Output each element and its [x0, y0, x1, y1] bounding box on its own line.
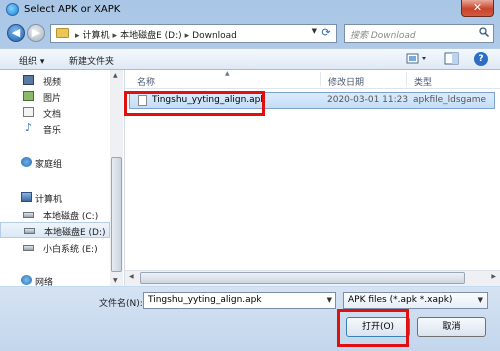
- sidebar-item-label: 音乐: [43, 126, 62, 136]
- column-date[interactable]: 修改日期: [328, 75, 364, 88]
- file-list-hscrollbar[interactable]: ◀ ▶: [125, 270, 500, 286]
- chevron-down-icon[interactable]: ▼: [478, 296, 483, 304]
- sidebar-item-label: 小白系统 (E:): [43, 245, 98, 255]
- navigation-row: ◀ ▶ ▸ 计算机 ▸ 本地磁盘E (D:) ▸ Download ▼ ⟳ 搜索 Down…: [0, 22, 500, 46]
- file-type-filter[interactable]: APK files (*.apk *.xapk) ▼: [343, 292, 488, 309]
- breadcrumb-separator[interactable]: ▸: [75, 31, 80, 41]
- drive-icon: [24, 228, 35, 234]
- file-type: apkfile_ldsgame: [413, 95, 487, 105]
- window-title: Select APK or XAPK: [24, 4, 121, 15]
- column-header: ▲ 名称 修改日期 类型: [125, 70, 500, 89]
- breadcrumb-computer[interactable]: 计算机: [83, 31, 110, 41]
- sidebar-item-label: 家庭组: [35, 160, 63, 170]
- address-bar[interactable]: ▸ 计算机 ▸ 本地磁盘E (D:) ▸ Download ▼ ⟳: [50, 24, 337, 43]
- sidebar-item-label: 本地磁盘E (D:): [44, 228, 106, 238]
- sidebar-item-label: 计算机: [35, 195, 63, 205]
- file-name-field[interactable]: Tingshu_yyting_align.apk ▼: [143, 292, 336, 309]
- breadcrumb-download[interactable]: Download: [192, 31, 237, 41]
- back-button[interactable]: ◀: [7, 24, 25, 42]
- sidebar-item-homegroup[interactable]: 家庭组: [0, 154, 120, 170]
- sidebar-item-label: 本地磁盘 (C:): [43, 212, 99, 222]
- sidebar-item-label: 图片: [43, 94, 62, 104]
- close-button[interactable]: ✕: [461, 0, 494, 17]
- scroll-right-icon[interactable]: ▶: [491, 273, 496, 280]
- breadcrumb: ▸ 计算机 ▸ 本地磁盘E (D:) ▸ Download: [75, 28, 240, 41]
- column-divider[interactable]: [320, 72, 321, 86]
- scrollbar-thumb[interactable]: [111, 157, 122, 272]
- sidebar-item-drive-e[interactable]: 小白系统 (E:): [0, 239, 120, 255]
- breadcrumb-drive[interactable]: 本地磁盘E (D:): [120, 31, 182, 41]
- highlight-box-open: [337, 309, 409, 347]
- address-dropdown-icon[interactable]: ▼: [312, 27, 317, 35]
- view-icon: [406, 53, 426, 64]
- picture-icon: [23, 91, 34, 101]
- sidebar-item-pictures[interactable]: 图片: [0, 88, 120, 104]
- drive-icon: [23, 245, 34, 251]
- homegroup-icon: [21, 157, 32, 167]
- toolbar: 组织 ▾ 新建文件夹 ?: [0, 48, 500, 70]
- app-icon: [6, 3, 19, 16]
- computer-icon: [21, 192, 32, 202]
- network-icon: [21, 275, 32, 285]
- sidebar-scrollbar[interactable]: ▲ ▼: [110, 70, 123, 286]
- drive-icon: [23, 212, 34, 218]
- highlight-box-file: [124, 91, 265, 116]
- search-box[interactable]: 搜索 Download: [344, 24, 494, 43]
- breadcrumb-separator[interactable]: ▸: [113, 31, 118, 41]
- file-name-value[interactable]: Tingshu_yyting_align.apk: [148, 295, 262, 305]
- search-input[interactable]: 搜索 Download: [350, 28, 416, 41]
- column-divider[interactable]: [406, 72, 407, 86]
- preview-pane-icon: [444, 52, 459, 65]
- sort-indicator-icon: ▲: [225, 70, 230, 77]
- scroll-left-icon[interactable]: ◀: [129, 273, 134, 280]
- column-type[interactable]: 类型: [414, 75, 432, 88]
- sidebar-item-drive-c[interactable]: 本地磁盘 (C:): [0, 206, 120, 222]
- navigation-pane: 视频 图片 文档 ♪ 音乐 家庭组 计算机 本地磁盘 (C:) 本地磁盘E (D: [0, 70, 125, 286]
- sidebar-item-label: 文档: [43, 110, 62, 120]
- scroll-down-icon[interactable]: ▼: [113, 277, 118, 284]
- chevron-down-icon[interactable]: ▼: [327, 296, 332, 304]
- search-icon[interactable]: [479, 27, 489, 37]
- title-bar: Select APK or XAPK ✕: [0, 0, 500, 20]
- sidebar-item-videos[interactable]: 视频: [0, 72, 120, 88]
- video-icon: [23, 75, 34, 85]
- sidebar-item-network[interactable]: 网络: [0, 272, 120, 286]
- file-date: 2020-03-01 11:23: [327, 95, 409, 105]
- sidebar-item-label: 视频: [43, 78, 62, 88]
- preview-pane-button[interactable]: [444, 52, 464, 67]
- cancel-button[interactable]: 取消: [417, 317, 486, 337]
- organize-button[interactable]: 组织 ▾: [19, 54, 44, 67]
- sidebar-item-label: 网络: [35, 278, 54, 286]
- forward-button[interactable]: ▶: [27, 24, 45, 42]
- dialog-footer: 文件名(N): Tingshu_yyting_align.apk ▼ APK f…: [0, 287, 500, 351]
- folder-icon: [56, 28, 69, 38]
- music-icon: ♪: [24, 121, 33, 134]
- new-folder-button[interactable]: 新建文件夹: [69, 54, 114, 67]
- file-name-label: 文件名(N):: [99, 299, 143, 309]
- scroll-up-icon[interactable]: ▲: [113, 72, 118, 79]
- sidebar-item-music[interactable]: ♪ 音乐: [0, 120, 120, 136]
- file-type-filter-value[interactable]: APK files (*.apk *.xapk): [348, 295, 452, 305]
- view-options-button[interactable]: [406, 52, 430, 67]
- breadcrumb-separator[interactable]: ▸: [185, 31, 190, 41]
- sidebar-item-computer[interactable]: 计算机: [0, 189, 120, 205]
- scrollbar-thumb[interactable]: [140, 272, 465, 284]
- document-icon: [23, 107, 34, 117]
- sidebar-item-drive-d[interactable]: 本地磁盘E (D:): [0, 222, 110, 238]
- file-open-dialog: Select APK or XAPK ✕ ◀ ▶ ▸ 计算机 ▸ 本地磁盘E (D:)…: [0, 0, 500, 351]
- sidebar-item-documents[interactable]: 文档: [0, 104, 120, 120]
- help-button[interactable]: ?: [474, 52, 488, 66]
- column-name[interactable]: 名称: [137, 75, 155, 88]
- refresh-icon[interactable]: ⟳: [319, 26, 333, 40]
